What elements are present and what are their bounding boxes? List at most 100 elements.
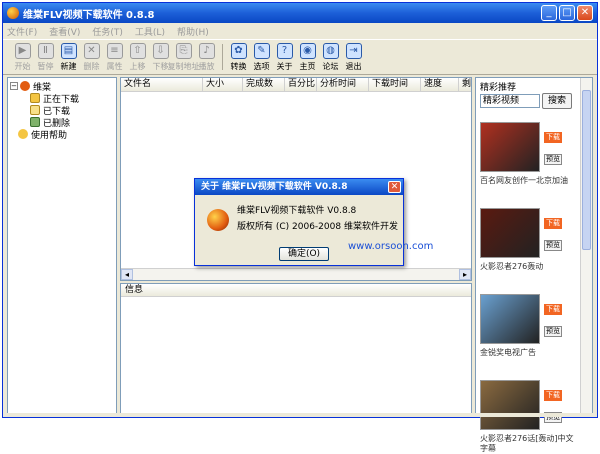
toolbar-button-label: 退出 [345,62,362,71]
properties-icon: ≡ [106,43,123,59]
toolbar-button-forum[interactable]: ◍ 论坛 [319,40,342,74]
tree-item-downloaded[interactable]: 已下载 [30,104,70,117]
options-icon: ✎ [253,43,270,59]
toolbar-button-new-file[interactable]: ▤ 新建 [57,40,80,74]
column-percent[interactable]: 百分比 [285,78,317,92]
about-icon: ? [276,43,293,59]
home-icon: ◉ [299,43,316,59]
app-logo-icon [7,7,19,19]
video-download-button[interactable]: 下载 [544,218,562,229]
video-download-button[interactable]: 下载 [544,132,562,143]
toolbar-button-play[interactable]: ▶ 开始 [11,40,34,74]
column-speed[interactable]: 速度 [421,78,459,92]
info-panel: 信息 [120,283,472,414]
column-completed[interactable]: 完成数 [243,78,285,92]
menu-task[interactable]: 任务(T) [92,25,123,38]
column-analysis-time[interactable]: 分析时间 [317,78,369,92]
video-thumbnail[interactable] [480,208,540,258]
toolbar-button-label: 开始 [14,62,31,71]
scroll-right-icon[interactable]: ▸ [459,269,471,280]
recommend-scrollbar[interactable] [580,78,592,413]
toolbar: ▶ 开始 Ⅱ 暂停 ▤ 新建 ✕ 删除 ≡ 属性 ⇧ 上移 ⇩ 下移 ⎘ 复制地址 ♪ 播放 ✿ 转换 ✎ 选项? 关于 ◉ 主… [3,39,597,75]
menu-view[interactable]: 查看(V) [49,25,80,38]
status-bar [3,413,597,417]
toolbar-button-about[interactable]: ? 关于 [273,40,296,74]
recommend-search-input[interactable]: 精彩视频 [480,94,540,108]
toolbar-button-label: 删除 [83,62,100,71]
info-header: 信息 [121,284,471,297]
toolbar-button-label: 论坛 [322,62,339,71]
toolbar-button-label: 关于 [276,62,293,71]
close-button[interactable]: ✕ [577,5,593,21]
toolbar-button-label: 播放 [198,62,215,71]
menu-tools[interactable]: 工具(L) [135,25,165,38]
toolbar-button-label: 下移 [152,62,169,71]
toolbar-button-convert[interactable]: ✿ 转换 [227,40,250,74]
category-tree: − 维棠 正在下载 已下载 已删除 使用帮助 [7,77,117,414]
video-thumbnail[interactable] [480,294,540,344]
collapse-icon[interactable]: − [10,82,18,90]
video-preview-button[interactable]: 预览 [544,326,562,337]
video-preview-button[interactable]: 预览 [544,154,562,165]
tree-item-help[interactable]: 使用帮助 [18,128,68,141]
toolbar-button-home[interactable]: ◉ 主页 [296,40,319,74]
toolbar-separator [222,44,223,70]
video-caption[interactable]: 金锐奖电视广告 [480,348,580,358]
video-caption[interactable]: 百名网友创作一北京加油 [480,176,580,186]
delete-icon: ✕ [83,43,100,59]
dialog-close-button[interactable]: ✕ [388,181,401,193]
video-thumbnail[interactable] [480,122,540,172]
toolbar-button-label: 上移 [129,62,146,71]
toolbar-button-label: 转换 [230,62,247,71]
column-filename[interactable]: 文件名 [121,78,203,92]
scroll-left-icon[interactable]: ◂ [121,269,133,280]
video-download-button[interactable]: 下载 [544,390,562,401]
tree-root[interactable]: − 维棠 [10,80,51,93]
column-remaining[interactable]: 剩 [459,78,471,92]
dialog-title: 关于 维棠FLV视频下载软件 V0.8.8 [195,179,403,195]
play-icon: ▶ [14,43,31,59]
minimize-button[interactable]: _ [541,5,557,21]
recommend-search-button[interactable]: 搜索 [542,93,572,109]
column-size[interactable]: 大小 [203,78,243,92]
tree-item-downloading[interactable]: 正在下载 [30,92,79,105]
video-caption[interactable]: 火影忍者276轰动 [480,262,580,272]
video-thumbnail[interactable] [480,380,540,430]
column-download-time[interactable]: 下载时间 [369,78,421,92]
video-caption[interactable]: 火影忍者276话[轰动]中文字幕 [480,434,580,454]
recommend-title: 精彩推荐 [480,83,517,93]
tree-item-deleted[interactable]: 已删除 [30,116,70,129]
downloading-folder-icon [30,93,40,103]
exit-icon: ⇥ [345,43,362,59]
toolbar-button-exit[interactable]: ⇥ 退出 [342,40,365,74]
menu-help[interactable]: 帮助(H) [177,25,209,38]
toolbar-button-delete[interactable]: ✕ 删除 [80,40,103,74]
toolbar-button-copy-address[interactable]: ⎘ 复制地址 [168,40,200,74]
dialog-copyright: 版权所有 (C) 2006-2008 维棠软件开发 [237,222,398,232]
toolbar-button-properties[interactable]: ≡ 属性 [103,40,126,74]
list-horizontal-scrollbar[interactable]: ◂ ▸ [121,268,471,280]
move-down-icon: ⇩ [152,43,169,59]
forum-icon: ◍ [322,43,339,59]
about-dialog: 关于 维棠FLV视频下载软件 V0.8.8 ✕ 维棠FLV视频下载软件 V0.8… [194,178,404,266]
maximize-button[interactable]: □ [559,5,575,21]
watermark: www.orsoon.com [348,241,434,252]
menu-bar: 文件(F) 查看(V) 任务(T) 工具(L) 帮助(H) [3,23,597,39]
menu-file[interactable]: 文件(F) [7,25,37,38]
toolbar-button-pause[interactable]: Ⅱ 暂停 [34,40,57,74]
toolbar-button-options[interactable]: ✎ 选项 [250,40,273,74]
dialog-ok-button[interactable]: 确定(O) [279,247,329,261]
help-icon [18,129,28,139]
dialog-product-name: 维棠FLV视频下载软件 V0.8.8 [237,206,357,216]
toolbar-button-player[interactable]: ♪ 播放 [195,40,218,74]
scroll-thumb[interactable] [582,90,591,250]
video-preview-button[interactable]: 预览 [544,240,562,251]
list-header: 文件名 大小 完成数 百分比 分析时间 下载时间 速度 剩 [121,78,471,92]
video-download-button[interactable]: 下载 [544,304,562,315]
title-bar: 维棠FLV视频下载软件 0.8.8 _ □ ✕ [3,3,597,23]
convert-icon: ✿ [230,43,247,59]
toolbar-button-move-up[interactable]: ⇧ 上移 [126,40,149,74]
new-file-icon: ▤ [60,43,77,59]
tree-item-label: 使用帮助 [31,130,68,141]
player-icon: ♪ [198,43,215,59]
